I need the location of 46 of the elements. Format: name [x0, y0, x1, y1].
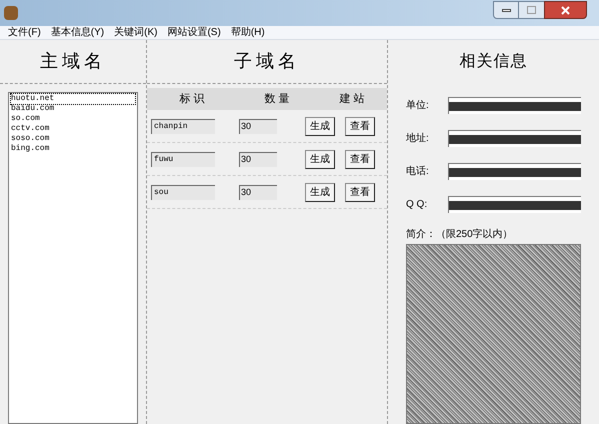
column-title: 子域名 — [234, 50, 300, 73]
domain-list-item[interactable]: bing.com — [11, 144, 135, 154]
menu-item[interactable]: 网站设置(S) — [167, 28, 221, 38]
id-field[interactable]: fuwu — [151, 152, 215, 166]
id-field[interactable]: chanpin — [151, 118, 215, 134]
id-field[interactable]: sou — [151, 184, 215, 200]
column-title: 主域名 — [40, 50, 106, 73]
intro-label: 简介：（限250字以内） — [406, 228, 514, 242]
column-header: 数 量 — [263, 92, 291, 107]
field-label: 电话: — [406, 164, 430, 179]
column-header: 标 识 — [178, 92, 206, 107]
column-header: 建 站 — [338, 92, 366, 107]
domain-list-item[interactable]: huotu.net — [11, 94, 135, 104]
domain-list-item[interactable]: so.com — [11, 114, 135, 124]
maximize-icon — [527, 6, 536, 14]
minimize-icon — [502, 8, 510, 12]
domain-list-item[interactable]: baidu.com — [11, 104, 135, 114]
field-label: 地址: — [406, 132, 430, 146]
close-button[interactable] — [544, 1, 587, 19]
count-field[interactable]: 30 — [239, 118, 277, 134]
redacted-field[interactable] — [448, 130, 581, 147]
redacted-field[interactable] — [448, 196, 581, 213]
field-label: 单位: — [406, 98, 430, 113]
domain-list[interactable]: huotu.net baidu.com so.com cctv.com soso.com bing.com — [8, 92, 138, 424]
view-button[interactable]: 查看 — [345, 150, 375, 168]
menu-item[interactable]: 文件(F) — [8, 28, 41, 38]
close-icon — [561, 6, 570, 14]
generate-button[interactable]: 生成 — [305, 182, 335, 202]
count-field[interactable]: 30 — [239, 184, 277, 200]
menu-item[interactable]: 关键词(K) — [114, 28, 158, 38]
minimize-button[interactable] — [493, 1, 519, 19]
view-button[interactable]: 查看 — [345, 116, 375, 136]
menu-item[interactable]: 基本信息(Y) — [50, 28, 104, 38]
redacted-field[interactable] — [448, 163, 581, 180]
domain-list-item[interactable]: cctv.com — [11, 124, 135, 134]
redacted-field[interactable] — [448, 97, 581, 114]
domain-list-item[interactable]: soso.com — [11, 134, 135, 144]
column-title: 相关信息 — [460, 52, 528, 72]
app-icon — [4, 6, 18, 20]
menu-item[interactable]: 帮助(H) — [230, 28, 265, 38]
maximize-button[interactable] — [519, 1, 544, 19]
field-label: Q Q: — [406, 198, 428, 212]
view-button[interactable]: 查看 — [345, 182, 375, 202]
generate-button[interactable]: 生成 — [305, 116, 335, 136]
generate-button[interactable]: 生成 — [305, 150, 335, 168]
count-field[interactable]: 30 — [239, 152, 277, 166]
